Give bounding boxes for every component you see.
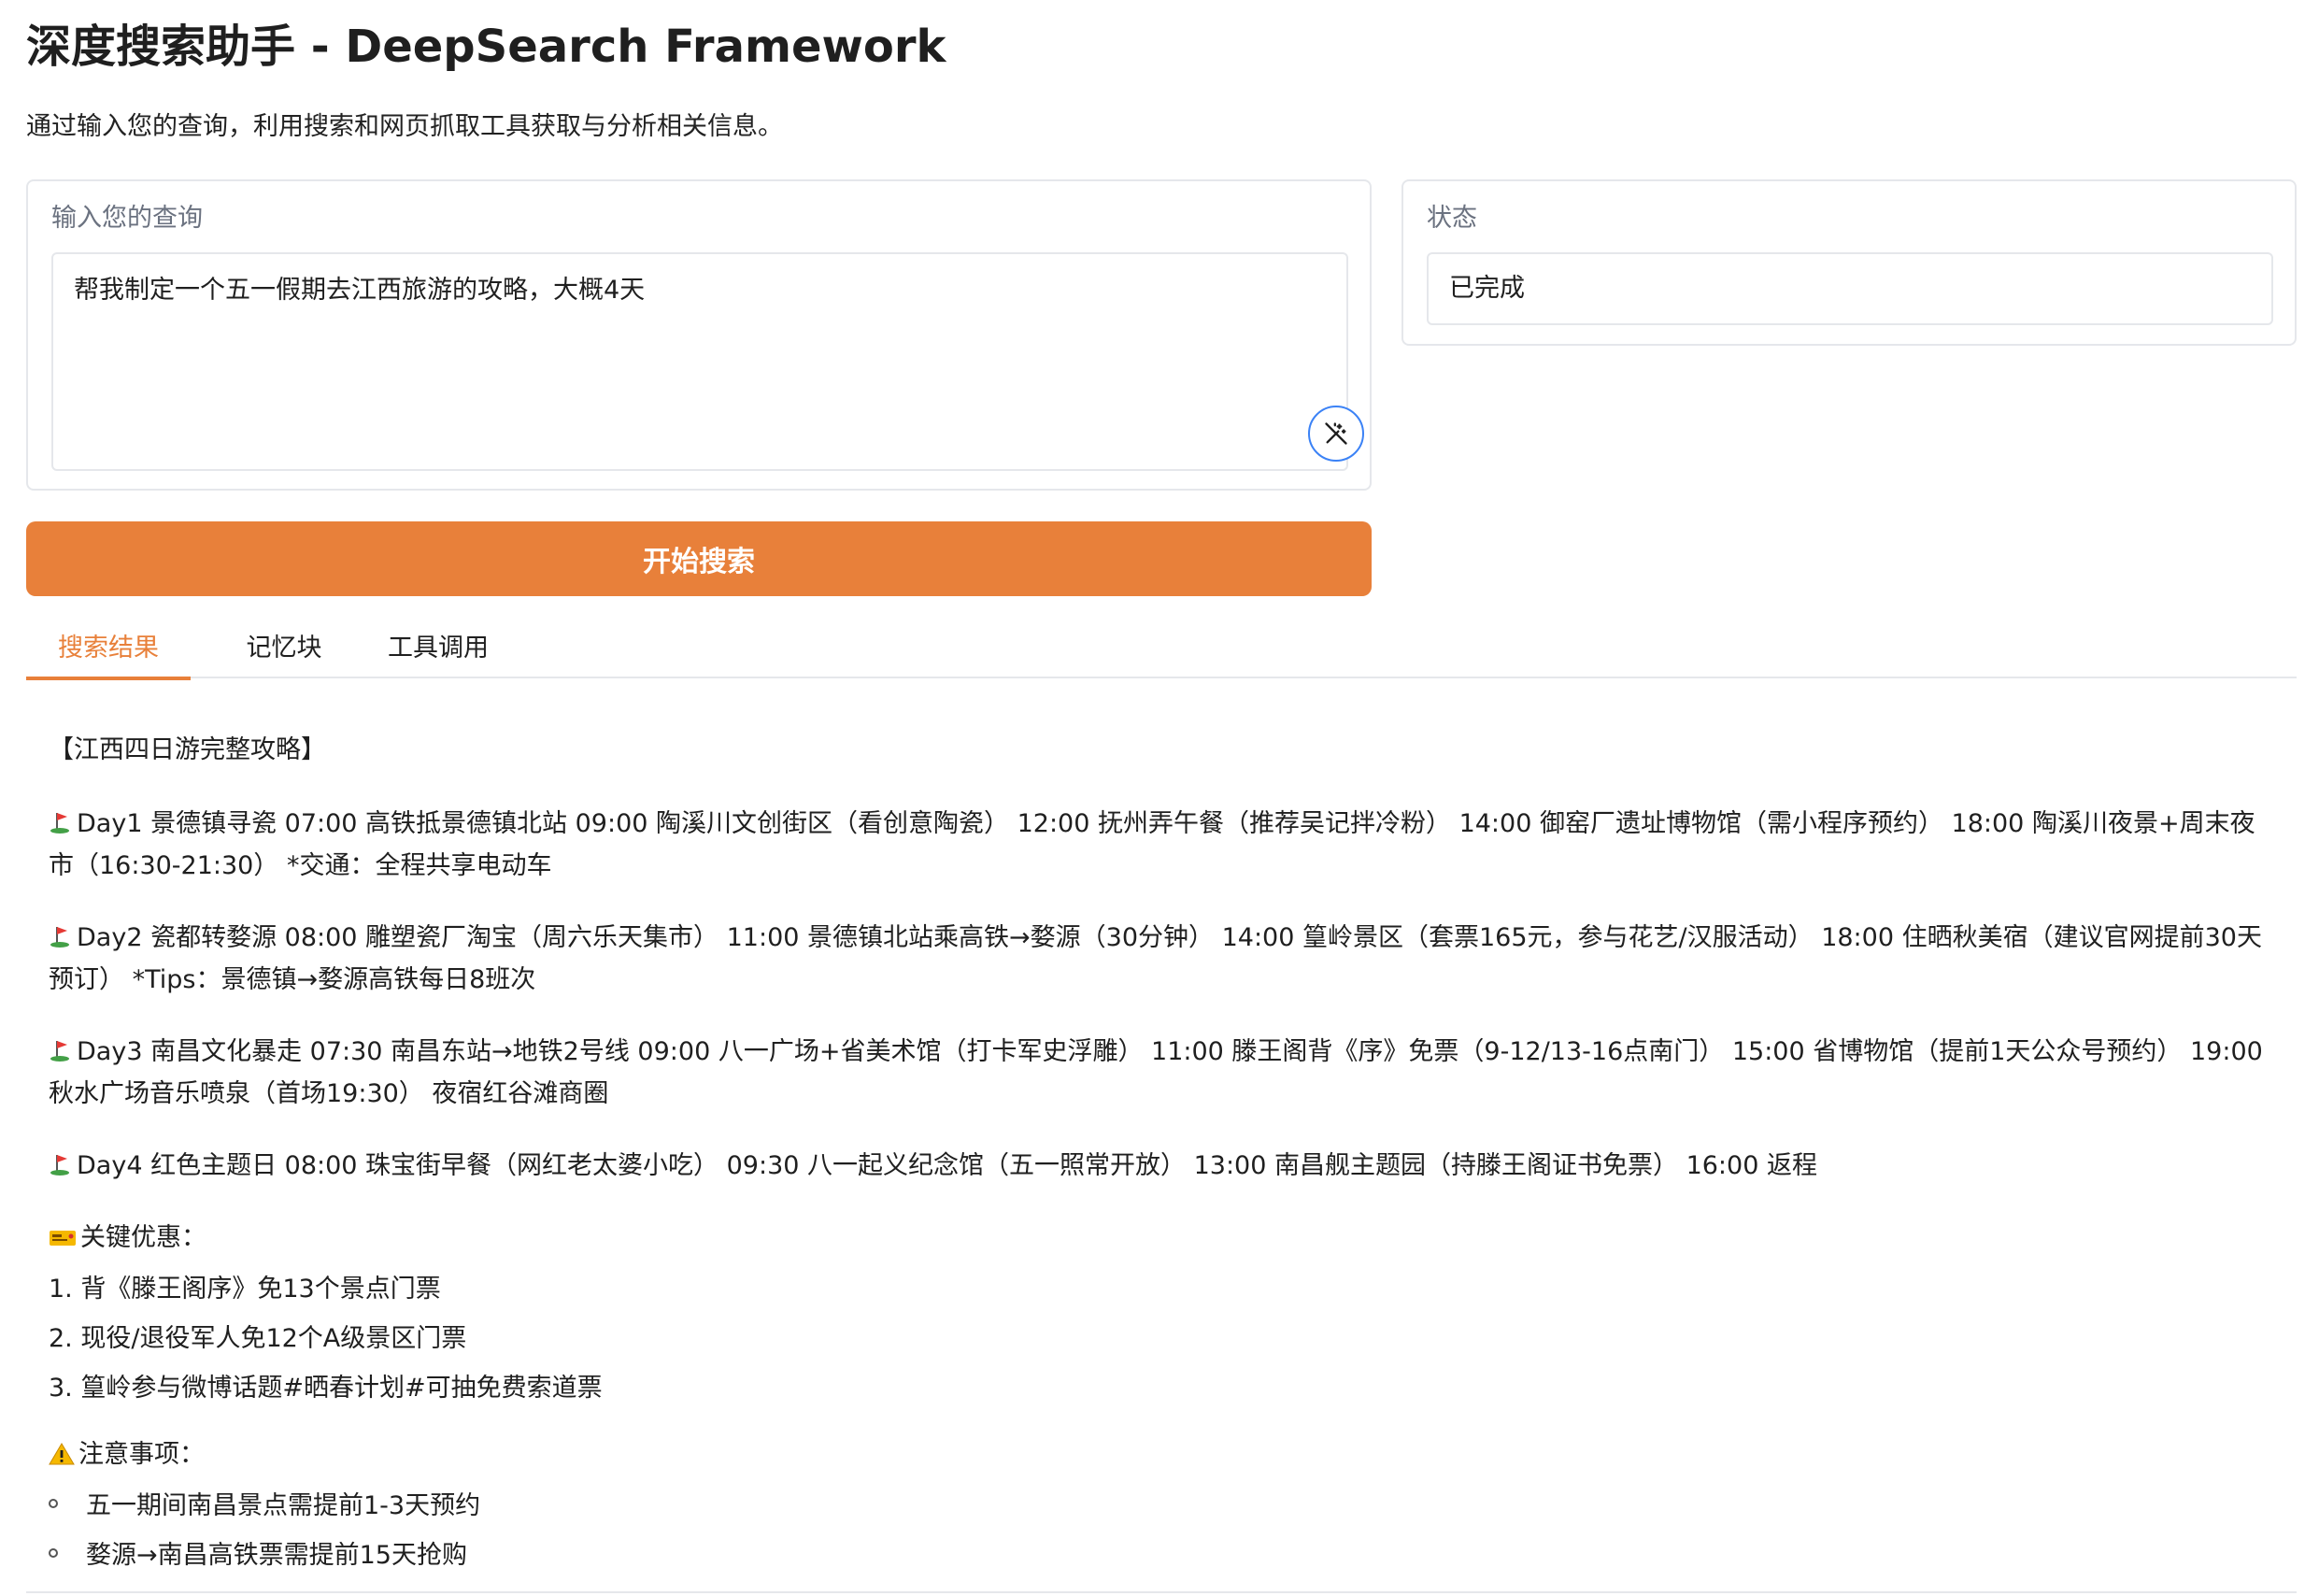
tab-search-results[interactable]: 搜索结果 bbox=[26, 622, 191, 680]
day-text: Day2 瓷都转婺源 08:00 雕塑瓷厂淘宝（周六乐天集市） 11:00 景德… bbox=[49, 923, 2262, 994]
list-item: 1. 背《滕王阁序》免13个景点门票 bbox=[49, 1275, 441, 1304]
note-text: 婺源→南昌高铁票需提前15天抢购 bbox=[86, 1541, 467, 1570]
warning-icon bbox=[49, 1443, 75, 1465]
notes-list: 五一期间南昌景点需提前1-3天预约 婺源→南昌高铁票需提前15天抢购 bbox=[49, 1481, 2272, 1580]
tab-memory-blocks[interactable]: 记忆块 bbox=[219, 622, 349, 677]
status-value: 已完成 bbox=[1449, 274, 1525, 303]
page: 深度搜索助手 - DeepSearch Framework 通过输入您的查询，利… bbox=[0, 0, 2319, 1596]
itinerary-day-3: Day3 南昌文化暴走 07:30 南昌东站→地铁2号线 09:00 八一广场+… bbox=[49, 1031, 2272, 1115]
bullet-icon bbox=[49, 1499, 58, 1508]
golf-flag-icon bbox=[50, 1041, 69, 1062]
status-field: 已完成 bbox=[1427, 252, 2273, 325]
page-subtitle: 通过输入您的查询，利用搜索和网页抓取工具获取与分析相关信息。 bbox=[26, 112, 783, 141]
results-heading: 【江西四日游完整攻略】 bbox=[49, 735, 326, 764]
day-text: Day1 景德镇寻瓷 07:00 高铁抵景德镇北站 09:00 陶溪川文创街区（… bbox=[49, 809, 2255, 880]
day-text: Day4 红色主题日 08:00 珠宝街早餐（网红老太婆小吃） 09:30 八一… bbox=[77, 1151, 1817, 1180]
note-text: 五一期间南昌景点需提前1-3天预约 bbox=[86, 1491, 481, 1520]
query-panel: 输入您的查询 帮我制定一个五一假期去江西旅游的攻略，大概4天 bbox=[26, 179, 1372, 491]
query-text[interactable]: 帮我制定一个五一假期去江西旅游的攻略，大概4天 bbox=[74, 271, 645, 310]
golf-flag-icon bbox=[50, 927, 69, 948]
list-item: 五一期间南昌景点需提前1-3天预约 bbox=[49, 1481, 2272, 1531]
notes-heading: 注意事项： bbox=[49, 1433, 2272, 1475]
result-tabs: 搜索结果 记忆块 工具调用 bbox=[26, 622, 2297, 680]
tab-tool-calls[interactable]: 工具调用 bbox=[359, 622, 518, 677]
query-textarea[interactable]: 帮我制定一个五一假期去江西旅游的攻略，大概4天 bbox=[51, 252, 1364, 471]
ticket-icon bbox=[50, 1231, 76, 1246]
search-results: 【江西四日游完整攻略】 Day1 景德镇寻瓷 07:00 高铁抵景德镇北站 09… bbox=[49, 729, 2272, 1580]
itinerary-day-1: Day1 景德镇寻瓷 07:00 高铁抵景德镇北站 09:00 陶溪川文创街区（… bbox=[49, 803, 2272, 887]
list-item: 3. 篁岭参与微博话题#晒春计划#可抽免费索道票 bbox=[49, 1374, 603, 1403]
start-search-button[interactable]: 开始搜索 bbox=[26, 521, 1372, 596]
itinerary-day-2: Day2 瓷都转婺源 08:00 雕塑瓷厂淘宝（周六乐天集市） 11:00 景德… bbox=[49, 917, 2272, 1001]
golf-flag-icon bbox=[50, 813, 69, 834]
offers-heading: 关键优惠： bbox=[49, 1217, 2272, 1259]
divider bbox=[26, 1591, 2297, 1593]
status-panel: 状态 已完成 bbox=[1401, 179, 2297, 346]
page-title: 深度搜索助手 - DeepSearch Framework bbox=[26, 21, 946, 73]
status-label: 状态 bbox=[1427, 204, 1477, 233]
query-label: 输入您的查询 bbox=[51, 204, 203, 233]
notes-label: 注意事项： bbox=[78, 1440, 205, 1469]
itinerary-day-4: Day4 红色主题日 08:00 珠宝街早餐（网红老太婆小吃） 09:30 八一… bbox=[49, 1145, 2272, 1187]
day-text: Day3 南昌文化暴走 07:30 南昌东站→地铁2号线 09:00 八一广场+… bbox=[49, 1037, 2263, 1108]
magic-wand-icon[interactable] bbox=[1308, 406, 1364, 462]
bullet-icon bbox=[49, 1548, 58, 1558]
offers-list: 1. 背《滕王阁序》免13个景点门票 2. 现役/退役军人免12个A级景区门票 … bbox=[49, 1264, 2272, 1413]
offers-label: 关键优惠： bbox=[80, 1223, 206, 1252]
list-item: 2. 现役/退役军人免12个A级景区门票 bbox=[49, 1324, 467, 1353]
list-item: 婺源→南昌高铁票需提前15天抢购 bbox=[49, 1531, 2272, 1580]
golf-flag-icon bbox=[50, 1155, 69, 1176]
